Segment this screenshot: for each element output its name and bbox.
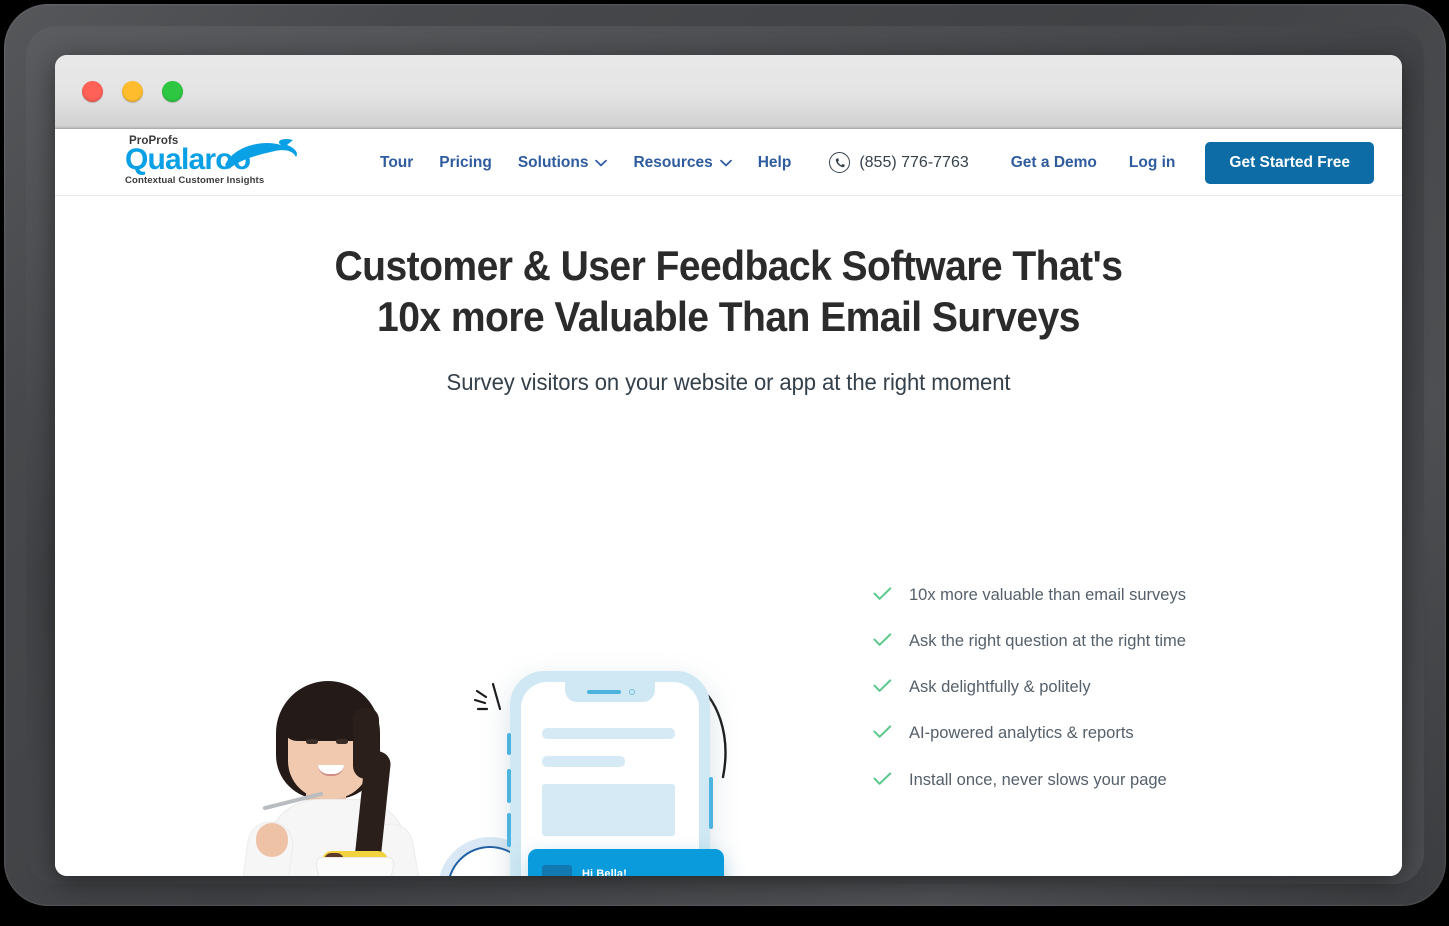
browser-window: ProProfs Qualaroo Contextual Customer In…	[55, 55, 1402, 876]
phone-body	[507, 671, 713, 876]
phone-icon	[829, 152, 851, 173]
phone-contact[interactable]: (855) 776-7763	[829, 152, 969, 173]
minimize-window-button[interactable]	[122, 81, 143, 102]
content-placeholder-bar	[542, 756, 625, 767]
list-item: Install once, never slows your page	[873, 771, 1293, 789]
list-item: 10x more valuable than email surveys	[873, 586, 1293, 604]
check-icon	[873, 633, 892, 646]
check-icon	[873, 771, 892, 785]
phone-screen	[521, 682, 699, 876]
phone-mockup: Hi Bella! How is your food from Red Drag…	[507, 671, 732, 876]
nav-item-pricing[interactable]: Pricing	[426, 154, 505, 172]
check-icon	[873, 725, 892, 739]
page-subtitle: Survey visitors on your website or app a…	[446, 368, 1011, 395]
content-placeholder-block	[542, 784, 675, 836]
nav-item-resources[interactable]: Resources	[620, 154, 744, 172]
device-frame: ProProfs Qualaroo Contextual Customer In…	[4, 4, 1446, 906]
nav-item-help[interactable]: Help	[745, 154, 805, 172]
hero-illustration: Hi Bella! How is your food from Red Drag…	[115, 571, 855, 876]
check-icon	[873, 587, 892, 600]
phone-volume-up-button	[507, 769, 511, 803]
nav-item-solutions[interactable]: Solutions	[505, 154, 621, 172]
feature-label: AI-powered analytics & reports	[909, 724, 1134, 743]
chevron-down-icon	[719, 159, 732, 167]
nav-links: Tour Pricing Solutions Resources Help	[367, 129, 804, 196]
maximize-window-button[interactable]	[162, 81, 183, 102]
woman-eating-photo	[190, 681, 490, 876]
phone-camera-icon	[629, 689, 635, 695]
headline-line-1: Customer & User Feedback Software That's	[334, 242, 1123, 289]
feature-list: 10x more valuable than email surveys Ask…	[873, 586, 1293, 817]
feature-label: 10x more valuable than email surveys	[909, 586, 1186, 604]
feature-label: Ask delightfully & politely	[909, 678, 1091, 697]
nav-item-pricing-label: Pricing	[439, 153, 492, 171]
check-icon	[873, 679, 892, 693]
feature-label: Ask the right question at the right time	[909, 632, 1186, 651]
nav-right-group: (855) 776-7763 Get a Demo Log in Get Sta…	[829, 129, 1374, 196]
nav-item-tour[interactable]: Tour	[367, 154, 426, 172]
nav-item-help-label: Help	[757, 153, 792, 171]
hero-section: Customer & User Feedback Software That's…	[55, 241, 1402, 876]
nav-item-solutions-label: Solutions	[517, 153, 589, 171]
nav-get-a-demo-link[interactable]: Get a Demo	[995, 154, 1113, 172]
nav-item-tour-label: Tour	[380, 153, 414, 171]
nav-item-resources-label: Resources	[633, 153, 713, 171]
phone-number-text: (855) 776-7763	[859, 153, 969, 171]
kangaroo-swoosh-icon	[225, 138, 297, 169]
survey-widget-card[interactable]: Hi Bella! How is your food from Red Drag…	[528, 849, 724, 876]
close-window-button[interactable]	[82, 81, 103, 102]
chevron-down-icon	[595, 159, 608, 167]
nav-login-link[interactable]: Log in	[1113, 154, 1192, 172]
phone-side-button	[507, 733, 511, 755]
phone-power-button	[709, 777, 713, 829]
feature-label: Install once, never slows your page	[909, 770, 1167, 789]
window-titlebar	[55, 55, 1402, 129]
phone-notch	[565, 682, 655, 702]
list-item: AI-powered analytics & reports	[873, 724, 1293, 742]
survey-greeting-text: Hi Bella!	[582, 868, 627, 876]
phone-volume-down-button	[507, 813, 511, 847]
list-item: Ask delightfully & politely	[873, 678, 1293, 696]
headline-line-2: 10x more Valuable Than Email Surveys	[377, 292, 1080, 340]
play-icon	[477, 875, 503, 876]
list-item: Ask the right question at the right time	[873, 632, 1293, 650]
page-title: Customer & User Feedback Software That's…	[102, 241, 1355, 343]
phone-speaker	[587, 690, 621, 694]
nav-get-started-free-button[interactable]: Get Started Free	[1205, 141, 1374, 184]
site-navigation-bar: ProProfs Qualaroo Contextual Customer In…	[55, 129, 1402, 196]
avatar	[542, 865, 572, 876]
content-placeholder-bar	[542, 728, 675, 739]
